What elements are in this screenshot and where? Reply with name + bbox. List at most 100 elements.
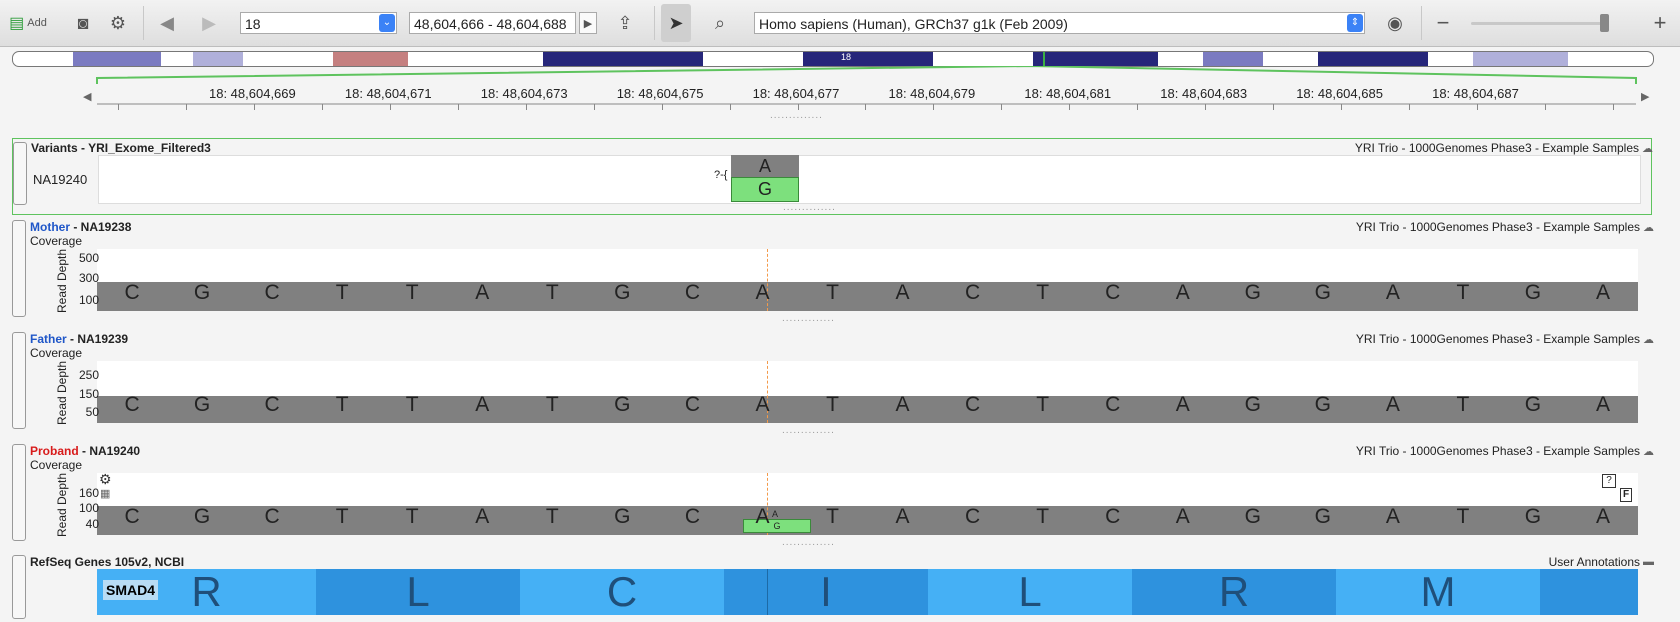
base-letter: G	[1314, 505, 1331, 528]
base-letter: A	[755, 505, 770, 528]
chevron-down-icon[interactable]: ⌄	[379, 14, 395, 32]
f-button[interactable]: F	[1620, 488, 1632, 502]
amino-acid-block: C	[520, 569, 724, 615]
range-field[interactable]: 48,604,666 - 48,604,688	[409, 12, 576, 34]
base-letter: G	[1524, 281, 1542, 304]
back-arrow-icon: ◀	[160, 12, 174, 33]
alt-allele-label: G	[757, 179, 772, 199]
base-letter: T	[405, 505, 419, 528]
ideogram-band	[1318, 52, 1428, 66]
ruler-tick-label: 18: 48,604,669	[209, 86, 296, 101]
centromere	[333, 52, 408, 66]
ruler-tick-mark	[185, 104, 187, 110]
base-letter: A	[475, 393, 490, 416]
settings-button[interactable]: ⚙	[106, 8, 130, 38]
scroll-left-icon[interactable]: ◀	[83, 90, 91, 103]
y-tick: 500	[78, 251, 99, 265]
gear-icon[interactable]: ⚙	[99, 471, 112, 488]
base-letter: T	[1456, 281, 1470, 304]
back-button[interactable]: ◀	[154, 8, 180, 38]
gene-feature[interactable]: RLCILRM	[97, 569, 1638, 615]
base-letter: G	[1244, 505, 1261, 528]
chromosome-ideogram[interactable]: 18	[12, 51, 1654, 67]
ruler-tick-mark	[1477, 104, 1478, 110]
track-drag-handle[interactable]	[12, 555, 26, 619]
base-letter: T	[405, 281, 419, 304]
resize-handle[interactable]: ..............	[782, 313, 835, 324]
visibility-button[interactable]: ◉	[1380, 8, 1410, 38]
chevron-updown-icon[interactable]: ⇕	[1347, 14, 1363, 32]
go-button[interactable]: ▶	[579, 12, 597, 34]
genome-select[interactable]: Homo sapiens (Human), GRCh37 g1k (Feb 20…	[754, 12, 1365, 34]
track-drag-handle[interactable]	[12, 444, 26, 541]
base-letter: G	[1314, 281, 1331, 304]
select-tool-button[interactable]: ➤	[661, 4, 691, 42]
base-letter: A	[755, 281, 770, 304]
ruler-tick-label: 18: 48,604,671	[344, 86, 432, 101]
resize-handle[interactable]: ..............	[782, 537, 835, 548]
coordinate-ruler: ◀ ▶ 18: 48,604,669 18: 48,604,671 18: 48,6…	[0, 66, 1680, 126]
cloud-icon: ☁	[1643, 222, 1654, 234]
role-label: Father	[30, 332, 67, 346]
base-letter: A	[1596, 393, 1611, 416]
y-axis-label: Read Depth	[55, 360, 69, 425]
base-letter: C	[965, 281, 981, 304]
chromosome-select[interactable]: 18 ⌄	[240, 12, 397, 34]
ruler-tick-label: 18: 48,604,675	[616, 86, 704, 101]
base-letter: T	[405, 393, 419, 416]
base-letter: T	[826, 281, 839, 304]
help-button[interactable]: ?	[1602, 474, 1616, 488]
y-tick: 100	[78, 501, 99, 515]
resize-handle[interactable]: ..............	[770, 110, 823, 121]
add-track-button[interactable]: ▤ Add	[4, 8, 52, 38]
amino-acid-block: R	[1132, 569, 1336, 615]
ruler-tick-mark	[1544, 104, 1546, 110]
share-button[interactable]: ⇪	[610, 8, 640, 38]
ideogram-position-marker	[1043, 52, 1045, 66]
ideogram-band	[193, 52, 243, 66]
variant-marker: ?-{	[714, 169, 728, 181]
reference-sequence: CGCTTATGCATACTCAGGATGA	[97, 281, 1638, 305]
base-letter: A	[1175, 281, 1190, 304]
track-drag-handle[interactable]	[12, 220, 26, 317]
ruler-tick-mark	[729, 104, 731, 110]
base-letter: A	[1175, 393, 1190, 416]
mother-track: Mother - NA19238 YRI Trio - 1000Genomes …	[12, 218, 1654, 324]
track-title: RefSeq Genes 105v2, NCBI	[30, 555, 185, 569]
folder-icon: ▬	[1643, 556, 1654, 568]
zoom-tool-button[interactable]: ⌕	[705, 8, 735, 38]
base-letter: T	[545, 505, 559, 528]
ruler-tick-mark	[1069, 104, 1071, 110]
table-icon[interactable]: ▦	[100, 487, 110, 500]
track-drag-handle[interactable]	[13, 142, 27, 205]
zoom-in-button[interactable]: +	[1648, 8, 1672, 38]
base-letter: T	[1456, 393, 1470, 416]
ruler-tick-mark	[118, 104, 119, 110]
zoom-slider[interactable]	[1471, 22, 1607, 25]
zoom-slider-thumb[interactable]	[1600, 14, 1609, 32]
ruler-tick-mark	[1612, 104, 1614, 110]
ruler-tick-label: 18: 48,604,687	[1432, 86, 1519, 101]
resize-handle[interactable]: ..............	[782, 425, 835, 436]
ruler-tick-mark	[321, 104, 323, 110]
base-letter: A	[475, 505, 490, 528]
base-letter: G	[193, 281, 211, 304]
amino-acid-block: L	[316, 569, 520, 615]
track-source: YRI Trio - 1000Genomes Phase3 - Example …	[1354, 141, 1639, 155]
base-letter: C	[124, 505, 140, 528]
snapshot-button[interactable]: ◙	[72, 8, 94, 38]
ruler-tick-mark	[1409, 104, 1411, 110]
scroll-right-icon[interactable]: ▶	[1641, 90, 1649, 103]
y-tick: 250	[78, 368, 99, 382]
zoom-out-button[interactable]: −	[1432, 8, 1454, 38]
base-letter: C	[1105, 281, 1121, 304]
resize-handle[interactable]: ..............	[783, 202, 836, 213]
variant-alt-allele[interactable]: G	[731, 177, 799, 202]
ideogram-label: 18	[841, 52, 852, 62]
ruler-tick-mark	[865, 104, 867, 110]
forward-button[interactable]: ▶	[196, 8, 222, 38]
base-letter: C	[684, 281, 700, 304]
variant-ref-allele[interactable]: A	[731, 155, 799, 177]
base-letter: C	[965, 505, 981, 528]
track-drag-handle[interactable]	[12, 332, 26, 429]
